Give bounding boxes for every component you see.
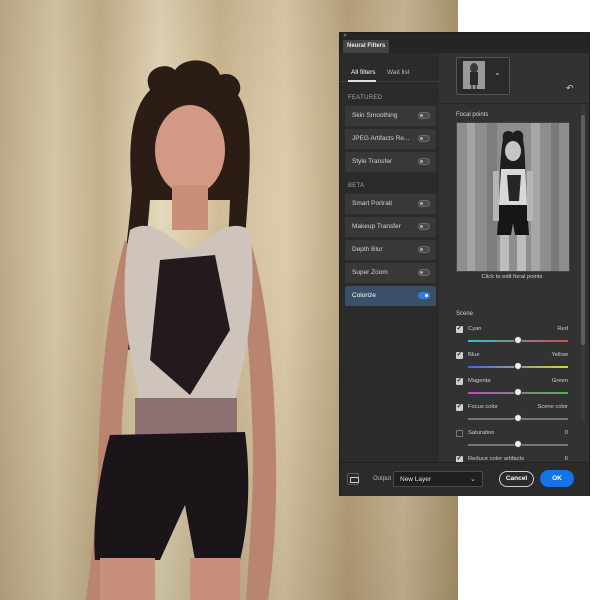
filter-toggle[interactable] bbox=[418, 158, 430, 165]
slider-knob[interactable] bbox=[514, 414, 522, 422]
section-beta: BETA bbox=[348, 183, 365, 189]
param-right-label: Scene color bbox=[537, 404, 568, 410]
filter-label: JPEG Artifacts Re... bbox=[352, 135, 410, 142]
focal-points-preview[interactable] bbox=[456, 122, 570, 272]
slider-knob[interactable] bbox=[514, 440, 522, 448]
filter-item-depth-blur[interactable]: Depth Blur bbox=[345, 240, 436, 260]
scrollbar-thumb[interactable] bbox=[581, 115, 585, 345]
compare-icon[interactable] bbox=[347, 473, 359, 485]
focal-points-label: Focal points bbox=[456, 112, 489, 118]
dialog-title: Neural Filters bbox=[343, 40, 390, 53]
param-left-label: Magenta bbox=[468, 378, 491, 384]
thumbnail-figure bbox=[463, 61, 485, 89]
filter-tabs: All filters Wait list bbox=[340, 53, 439, 82]
reset-icon[interactable]: ↶ bbox=[566, 83, 574, 94]
preview-figure bbox=[457, 123, 569, 271]
filter-label: Style Transfer bbox=[352, 158, 393, 165]
param-checkbox[interactable] bbox=[456, 376, 463, 385]
filter-label: Makeup Transfer bbox=[352, 223, 401, 230]
dialog-titlebar: ✕ Neural Filters bbox=[340, 33, 589, 53]
slider-knob[interactable] bbox=[514, 388, 522, 396]
filter-toggle[interactable] bbox=[418, 269, 430, 276]
chevron-down-icon[interactable]: ⌄ bbox=[494, 68, 501, 77]
active-tab-indicator bbox=[348, 80, 376, 82]
param-checkbox[interactable] bbox=[456, 324, 463, 333]
filter-label: Skin Smoothing bbox=[352, 112, 398, 119]
filter-item-style-transfer[interactable]: Style Transfer bbox=[345, 152, 436, 172]
output-select-value: New Layer bbox=[400, 476, 432, 483]
cancel-button[interactable]: Cancel bbox=[499, 471, 534, 487]
param-magenta-green: Magenta Green bbox=[456, 376, 568, 401]
tab-wait-list[interactable]: Wait list bbox=[387, 69, 410, 76]
param-right-label: Yellow bbox=[551, 352, 568, 358]
param-focus-scene-color: Focus color Scene color bbox=[456, 402, 568, 427]
scene-section-label: Scene bbox=[456, 311, 474, 317]
param-left-label: Saturation bbox=[468, 430, 495, 436]
param-left-label: Focus color bbox=[468, 404, 498, 410]
param-checkbox[interactable] bbox=[456, 430, 463, 437]
section-featured: FEATURED bbox=[348, 95, 383, 101]
filter-item-makeup-transfer[interactable]: Makeup Transfer bbox=[345, 217, 436, 237]
chevron-down-icon: ⌄ bbox=[470, 476, 476, 483]
output-select[interactable]: New Layer ⌄ bbox=[393, 471, 483, 487]
param-left-label: Blue bbox=[468, 352, 480, 358]
settings-scrollbar[interactable] bbox=[581, 105, 585, 421]
param-blue-yellow: Blue Yellow bbox=[456, 350, 568, 375]
ok-button[interactable]: OK bbox=[540, 470, 574, 487]
param-left-label: Cyan bbox=[468, 326, 482, 332]
param-checkbox[interactable] bbox=[456, 402, 463, 411]
tab-all-filters[interactable]: All filters bbox=[351, 69, 376, 76]
slider-knob[interactable] bbox=[514, 336, 522, 344]
filter-toggle[interactable] bbox=[418, 200, 430, 207]
filter-toggle[interactable] bbox=[418, 135, 430, 142]
filter-item-smart-portrait[interactable]: Smart Portrait bbox=[345, 194, 436, 214]
filter-label: Smart Portrait bbox=[352, 200, 393, 207]
filter-toggle[interactable] bbox=[418, 246, 430, 253]
filter-item-super-zoom[interactable]: Super Zoom bbox=[345, 263, 436, 283]
filter-settings-panel: ⌄ ↶ Focal points Click to edit focal poi… bbox=[439, 53, 589, 493]
slider-knob[interactable] bbox=[514, 362, 522, 370]
neural-filters-dialog: ✕ Neural Filters All filters Wait list F… bbox=[339, 32, 590, 496]
param-right-label: Red bbox=[557, 326, 568, 332]
filter-item-jpeg-artifacts[interactable]: JPEG Artifacts Re... bbox=[345, 129, 436, 149]
filter-item-colorize[interactable]: Colorize bbox=[345, 286, 436, 306]
filter-toggle[interactable] bbox=[418, 292, 430, 299]
param-checkbox[interactable] bbox=[456, 350, 463, 359]
param-saturation: Saturation 0 bbox=[456, 429, 568, 453]
focal-points-caption: Click to edit focal points bbox=[481, 274, 543, 280]
param-cyan-red: Cyan Red bbox=[456, 324, 568, 349]
param-right-label: Green bbox=[551, 378, 568, 384]
filter-toggle[interactable] bbox=[418, 223, 430, 230]
filter-label: Super Zoom bbox=[352, 269, 388, 276]
close-icon[interactable]: ✕ bbox=[343, 33, 347, 39]
filter-label: Depth Blur bbox=[352, 246, 383, 253]
filters-list-panel: All filters Wait list FEATURED Skin Smoo… bbox=[340, 53, 439, 493]
filter-label: Colorize bbox=[352, 292, 376, 299]
output-label: Output bbox=[373, 476, 392, 482]
divider bbox=[439, 103, 589, 104]
filter-item-skin-smoothing[interactable]: Skin Smoothing bbox=[345, 106, 436, 126]
filter-toggle[interactable] bbox=[418, 112, 430, 119]
reference-image-selector[interactable]: ⌄ bbox=[456, 57, 510, 95]
param-right-label: 0 bbox=[564, 430, 568, 436]
dialog-footer: Output New Layer ⌄ Cancel OK bbox=[340, 462, 589, 496]
reference-thumbnail bbox=[463, 61, 485, 89]
